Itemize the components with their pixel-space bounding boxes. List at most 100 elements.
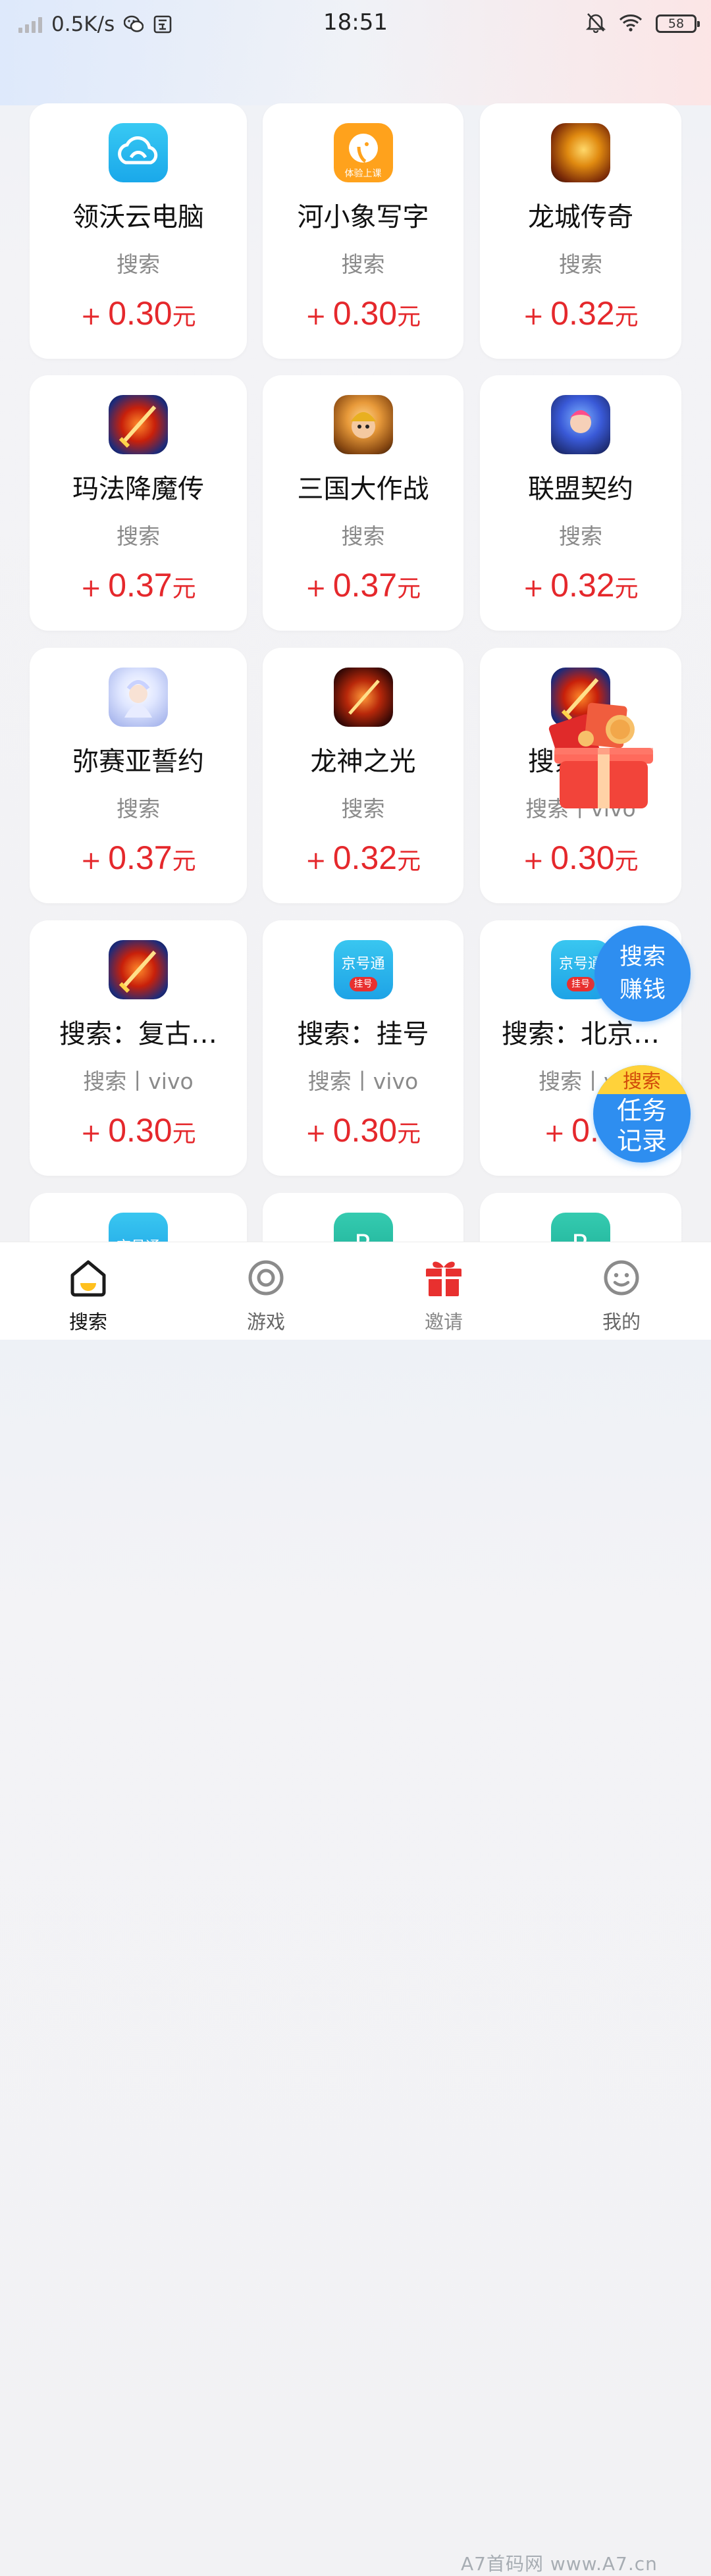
nav-label-search: 搜索 (68, 1311, 107, 1333)
jinghaotong-tag: 挂号 (349, 977, 377, 991)
elephant-app-icon: 体验上课 (333, 123, 393, 182)
task-card[interactable]: 京号通挂号搜索：挂号搜索丨vivo +0.30元 (263, 920, 463, 1176)
task-type: 搜索 (117, 251, 160, 277)
reward-unit: 元 (614, 848, 639, 875)
reward-plus: + (305, 1118, 327, 1147)
reward-plus: + (80, 846, 102, 875)
reward-amount: 0.30 (108, 295, 172, 332)
app-name: 河小象写字 (297, 202, 429, 232)
task-card[interactable]: 体验上课河小象写字搜索 +0.30元 (263, 103, 463, 359)
reward-unit: 元 (397, 575, 421, 602)
status-bar: 0.5K/s 18:51 58 (0, 0, 711, 49)
reward-amount: 0.32 (550, 567, 615, 604)
task-type: 搜索丨vivo (307, 1068, 419, 1094)
app-name: 弥赛亚誓约 (72, 747, 204, 777)
wifi-icon (619, 13, 643, 34)
elephant-tag: 体验上课 (344, 169, 382, 179)
status-right: 58 (585, 9, 700, 38)
reward-plus: + (523, 302, 544, 330)
search-earn-line2: 赚钱 (619, 977, 666, 1003)
reward: +0.30元 (263, 294, 463, 332)
dragon-game-icon (551, 123, 610, 182)
task-card[interactable]: 搜索：复古… 搜索丨vivo +0.30元 (30, 920, 247, 1176)
task-type: 搜索 (117, 523, 160, 549)
target-icon (245, 1257, 287, 1299)
task-card[interactable]: 领沃云电脑搜索 +0.30元 (30, 103, 247, 359)
watermark: A7首码网 www.A7.cn (461, 2553, 658, 2575)
app-name: 龙神之光 (310, 747, 416, 777)
reward-plus: + (523, 573, 544, 602)
reward: +0.32元 (480, 294, 681, 332)
battery-level: 58 (668, 16, 685, 31)
task-card[interactable]: 龙神之光搜索 +0.32元 (263, 648, 463, 903)
home-icon (67, 1257, 109, 1299)
nav-item-search[interactable]: 搜索 (22, 1242, 154, 1340)
mute-bell-icon (585, 12, 606, 36)
app-name: 搜索：复古… (59, 1019, 217, 1049)
warrior-game-icon (333, 395, 393, 454)
reward: +0.32元 (480, 566, 681, 604)
reward-plus: + (80, 573, 102, 602)
reward: +0.32元 (263, 839, 463, 877)
search-earn-button[interactable]: 搜索 赚钱 (594, 926, 691, 1022)
reward-plus: + (305, 573, 327, 602)
task-card[interactable]: 三国大作战 搜索 +0.37元 (263, 375, 463, 631)
task-card[interactable]: 玛法降魔传搜索 +0.37元 (30, 375, 247, 631)
reward-amount: 0.37 (108, 839, 172, 876)
task-card[interactable]: 弥赛亚誓约搜索 +0.37元 (30, 648, 247, 903)
jinghaotong-app-icon: 京号通 挂号 (333, 940, 393, 999)
reward: +0.37元 (30, 839, 247, 877)
battery-icon: 58 (656, 14, 700, 33)
task-type: 搜索 (559, 523, 602, 549)
reward-plus: + (544, 1118, 566, 1147)
task-card[interactable]: 联盟契约 搜索 +0.32元 (480, 375, 681, 631)
reward-unit: 元 (172, 575, 196, 602)
nav-item-games[interactable]: 游戏 (200, 1242, 332, 1340)
jinghaotong-tag: 挂号 (567, 977, 594, 991)
fire-sword-game-icon (333, 668, 393, 727)
nav-item-invite[interactable]: 邀请 (378, 1242, 510, 1340)
app-name: 领沃云电脑 (72, 202, 204, 232)
gift-icon (423, 1257, 465, 1299)
reward-plus: + (80, 1118, 102, 1147)
reward-amount: 0.37 (108, 567, 172, 604)
reward-unit: 元 (397, 1120, 421, 1147)
sword-game-icon (109, 395, 168, 454)
reward-unit: 元 (397, 848, 421, 875)
nav-label-games: 游戏 (246, 1311, 285, 1333)
task-type: 搜索 (341, 251, 385, 277)
sword-game-icon (109, 940, 168, 999)
task-record-line2: 记录 (616, 1126, 667, 1155)
reward-unit: 元 (172, 303, 196, 330)
red-packet-gift-icon[interactable] (548, 693, 660, 811)
task-type: 搜索 (559, 251, 602, 277)
app-name: 三国大作战 (297, 474, 429, 504)
reward-unit: 元 (614, 575, 639, 602)
reward-plus: + (80, 302, 102, 330)
search-earn-line1: 搜索 (619, 944, 666, 970)
reward: +0.30元 (480, 839, 681, 877)
reward-unit: 元 (172, 848, 196, 875)
task-record-button[interactable]: 搜索 任务 记录 (593, 1065, 691, 1163)
task-type: 搜索 (117, 796, 160, 822)
reward-amount: 0.30 (332, 295, 398, 332)
task-record-text: 任务 记录 (593, 1095, 691, 1156)
angel-game-icon (109, 668, 168, 727)
jinghaotong-title: 京号通 (341, 956, 385, 972)
reward-amount: 0.30 (550, 839, 615, 876)
task-record-line1: 任务 (616, 1096, 667, 1125)
task-type: 搜索 (341, 523, 385, 549)
reward: +0.30元 (30, 294, 247, 332)
reward-amount: 0.30 (332, 1112, 398, 1149)
task-card[interactable]: 龙城传奇 搜索 +0.32元 (480, 103, 681, 359)
nav-label-mine: 我的 (602, 1311, 641, 1333)
reward-plus: + (305, 302, 327, 330)
task-type: 搜索 (341, 796, 385, 822)
reward: +0.37元 (30, 566, 247, 604)
reward-unit: 元 (172, 1120, 196, 1147)
reward-amount: 0.32 (332, 839, 398, 876)
nav-item-mine[interactable]: 我的 (556, 1242, 687, 1340)
app-name: 搜索：挂号 (297, 1019, 429, 1049)
app-name: 玛法降魔传 (72, 474, 204, 504)
reward-amount: 0.30 (108, 1112, 172, 1149)
